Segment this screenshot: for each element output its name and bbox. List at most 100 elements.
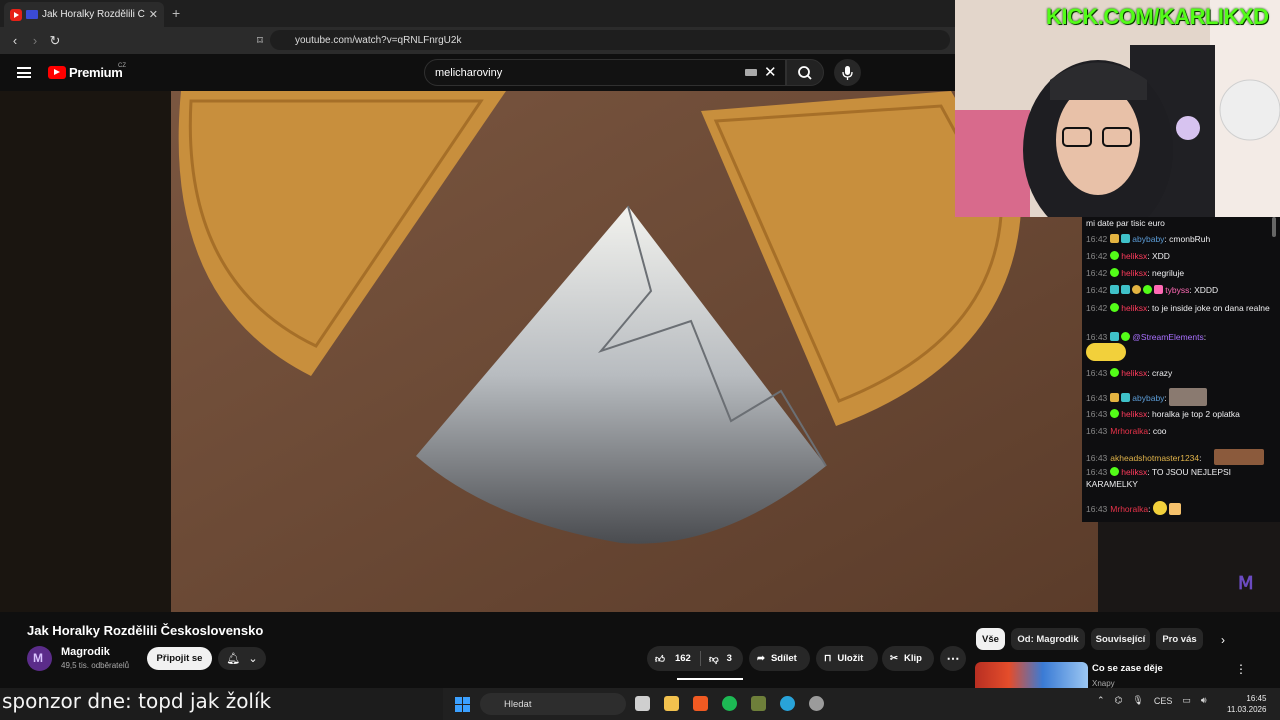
chat-message: 16:42 heliksx: negriluje	[1086, 268, 1185, 278]
tab-title: Jak Horalky Rozdělili Českosl	[42, 9, 145, 20]
monitor-icon[interactable]: ▭	[1182, 695, 1191, 706]
channel-watermark-icon: Ⅿ	[1238, 573, 1254, 593]
microphone-tray-icon[interactable]: 🎙︎	[1132, 695, 1143, 706]
recommended-channel[interactable]: Xnapy	[1092, 679, 1115, 688]
chat-user[interactable]: akheadshotmaster1234	[1110, 453, 1199, 463]
chat-time: 16:42	[1086, 234, 1108, 244]
join-button[interactable]: Připojit se	[147, 647, 212, 670]
chat-time: 16:43	[1086, 409, 1108, 419]
share-label: Sdílet	[770, 653, 797, 664]
close-tab-icon[interactable]: ✕	[149, 8, 158, 21]
chat-time: 16:43	[1086, 504, 1108, 514]
file-explorer-icon[interactable]	[664, 696, 679, 711]
chat-user[interactable]: abybaby	[1132, 234, 1164, 244]
channel-name[interactable]: Magrodik	[61, 646, 110, 658]
voice-search-button[interactable]	[834, 59, 861, 86]
app-icon[interactable]	[751, 696, 766, 711]
brave-browser-icon[interactable]	[693, 696, 708, 711]
chat-user[interactable]: heliksx	[1121, 409, 1147, 419]
chat-text: coo	[1152, 426, 1167, 436]
chat-user[interactable]: abybaby	[1132, 393, 1164, 403]
save-button[interactable]: ⊓ Uložit	[816, 646, 878, 671]
audio-icon	[26, 10, 38, 19]
verified-badge-icon	[1110, 303, 1120, 312]
menu-icon[interactable]	[17, 67, 31, 78]
crown-badge-icon	[1110, 234, 1120, 243]
clip-button[interactable]: ✂ Klip	[882, 646, 934, 671]
chip-from-channel[interactable]: Od: Magrodik	[1011, 628, 1085, 650]
bookmark-icon[interactable]: ⌑	[250, 34, 270, 47]
badge-icon	[1143, 285, 1153, 294]
network-icon[interactable]: ⌬	[1115, 695, 1123, 706]
app-icon[interactable]	[809, 696, 824, 711]
chat-text: mi date par tisic euro	[1086, 218, 1165, 228]
search-button[interactable]	[786, 59, 824, 86]
back-icon[interactable]: ‹	[5, 33, 25, 48]
youtube-logo-icon[interactable]	[48, 66, 66, 79]
chat-user[interactable]: Mrhoralka	[1110, 504, 1148, 514]
chat-text: negriluje	[1152, 268, 1185, 278]
kick-channel-overlay: KICK.COM/KARLIKXD	[1046, 4, 1269, 29]
chat-user[interactable]: heliksx	[1121, 467, 1147, 477]
url-field[interactable]: youtube.com/watch?v=qRNLFnrgU2k	[270, 30, 950, 50]
thumbs-up-icon: 👍︎	[655, 653, 665, 665]
task-view-icon[interactable]	[635, 696, 650, 711]
recommended-title[interactable]: Co se zase děje	[1092, 663, 1163, 674]
url-text: youtube.com/watch?v=qRNLFnrgU2k	[295, 34, 462, 46]
chip-related[interactable]: Související	[1091, 628, 1150, 650]
bell-icon: 🔔︎	[226, 653, 241, 665]
youtube-premium-logo[interactable]: Premium	[69, 65, 123, 80]
search-input[interactable]: melicharoviny	[424, 59, 786, 86]
share-icon: ➦	[757, 653, 765, 664]
chat-user[interactable]: heliksx	[1121, 303, 1147, 313]
chat-time: 16:42	[1086, 285, 1108, 295]
chat-message: 16:43 heliksx: horalka je top 2 oplatka	[1086, 409, 1240, 419]
chip-all[interactable]: Vše	[976, 628, 1005, 650]
more-vert-icon[interactable]: ⋮	[1235, 662, 1247, 676]
crown-badge-icon	[1110, 393, 1120, 402]
chat-scrollbar[interactable]	[1272, 217, 1276, 237]
thumbs-down-icon: 👎︎	[709, 653, 719, 665]
reload-icon[interactable]: ↻	[45, 33, 65, 49]
chat-message: mi date par tisic euro	[1086, 217, 1272, 229]
windows-start-icon[interactable]	[455, 697, 470, 712]
clear-search-icon[interactable]: ✕	[764, 63, 777, 81]
sub-badge-icon	[1121, 393, 1131, 402]
chat-user[interactable]: @StreamElements	[1132, 332, 1203, 342]
share-button[interactable]: ➦ Sdílet	[749, 646, 810, 671]
chat-time: 16:43	[1086, 332, 1108, 342]
emote-image-icon	[1213, 449, 1264, 465]
channel-avatar[interactable]	[27, 646, 52, 671]
chevron-right-icon[interactable]: ›	[1221, 633, 1225, 647]
verified-badge-icon	[1110, 409, 1120, 418]
dislike-button[interactable]: 👎︎ 3	[701, 653, 732, 665]
chat-user[interactable]: heliksx	[1121, 268, 1147, 278]
new-tab-button[interactable]: +	[172, 5, 180, 21]
chat-user[interactable]: tybyss	[1165, 285, 1189, 295]
like-button[interactable]: 👍︎ 162	[647, 651, 701, 666]
spotify-icon[interactable]	[722, 696, 737, 711]
browser-tab[interactable]: Jak Horalky Rozdělili Českosl ✕	[4, 2, 164, 27]
keyboard-icon[interactable]	[745, 69, 757, 76]
chat-user[interactable]: heliksx	[1121, 251, 1147, 261]
forward-icon[interactable]: ›	[25, 33, 45, 48]
chat-user[interactable]: heliksx	[1121, 368, 1147, 378]
search-icon	[798, 66, 812, 80]
chat-user[interactable]: Mrhoralka	[1110, 426, 1148, 436]
recommended-thumbnail[interactable]	[975, 662, 1088, 688]
chat-message: 16:42 tybyss: XDDD	[1086, 285, 1219, 295]
taskbar-search[interactable]: Hledat	[480, 693, 626, 715]
notifications-button[interactable]: 🔔︎ ⌄	[218, 647, 266, 670]
chip-for-you[interactable]: Pro vás	[1156, 628, 1203, 650]
more-actions-button[interactable]: ⋯	[940, 646, 966, 671]
chat-time: 16:43	[1086, 426, 1108, 436]
chat-message: 16:43 heliksx: TO JSOU NEJLEPSI KARAMELKY	[1086, 467, 1232, 489]
chevron-up-icon[interactable]: ⌃	[1097, 695, 1105, 706]
volume-icon[interactable]: 🔊︎	[1201, 695, 1207, 706]
chat-time: 16:43	[1086, 453, 1108, 463]
chat-time: 16:43	[1086, 393, 1108, 403]
input-language[interactable]: CES	[1154, 696, 1173, 706]
clock-date: 11.03.2026	[1227, 705, 1267, 714]
app-icon[interactable]	[780, 696, 795, 711]
taskbar-clock[interactable]: 16:45 11.03.2026	[1227, 693, 1266, 715]
